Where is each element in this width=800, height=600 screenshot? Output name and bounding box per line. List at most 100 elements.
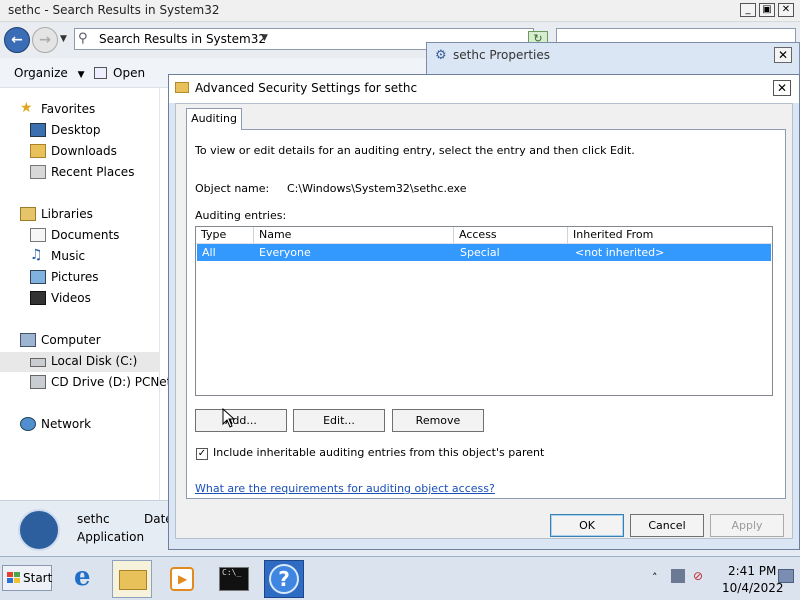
desktop-icon: [30, 123, 46, 137]
recent-pages-dropdown-icon[interactable]: ▼: [60, 34, 67, 44]
search-icon: ⚲: [78, 31, 88, 46]
nav-label: Libraries: [41, 207, 93, 221]
cd-drive-icon: [30, 375, 46, 389]
object-name-label: Object name:: [195, 182, 270, 195]
nav-label: Favorites: [41, 102, 96, 116]
add-button[interactable]: Add...: [195, 409, 287, 432]
nav-label: Downloads: [51, 144, 117, 158]
dialog-titlebar: Advanced Security Settings for sethc ✕: [169, 75, 799, 103]
nav-label: Music: [51, 249, 86, 263]
accessibility-app-icon: [18, 509, 60, 551]
hard-drive-icon: [30, 358, 46, 367]
open-button[interactable]: Open: [94, 66, 145, 80]
clock-date[interactable]: 10/4/2022: [722, 581, 784, 595]
maximize-button[interactable]: ▣: [759, 3, 775, 17]
address-dropdown-icon[interactable]: ▼: [261, 33, 268, 43]
column-header-type[interactable]: Type: [196, 227, 254, 244]
cell-type: All: [202, 246, 216, 259]
address-text: Search Results in System32: [99, 32, 266, 46]
libraries-icon: [20, 207, 36, 221]
network-globe-icon: [20, 417, 36, 431]
column-header-access[interactable]: Access: [454, 227, 568, 244]
folder-icon: [119, 570, 147, 590]
advanced-security-dialog: Advanced Security Settings for sethc ✕ A…: [168, 74, 800, 550]
computer-icon: [20, 333, 36, 347]
auditing-requirements-link[interactable]: What are the requirements for auditing o…: [195, 482, 495, 495]
help-question-icon: ?: [269, 564, 299, 594]
show-desktop-button[interactable]: [778, 569, 794, 583]
nav-label: Computer: [41, 333, 101, 347]
show-hidden-icons-chevron-icon[interactable]: ˄: [652, 571, 658, 584]
open-label: Open: [113, 66, 146, 80]
dialog-close-button[interactable]: ✕: [773, 80, 791, 96]
command-prompt-task-button[interactable]: C:\_: [214, 560, 254, 598]
nav-label: Pictures: [51, 270, 99, 284]
start-button[interactable]: Start: [2, 565, 52, 591]
internet-explorer-button[interactable]: e: [66, 560, 106, 598]
documents-icon: [30, 228, 46, 242]
music-note-icon: ♫: [30, 247, 43, 263]
film-strip-icon: [30, 291, 46, 305]
back-arrow-icon: ←: [11, 32, 23, 48]
forward-button[interactable]: →: [32, 27, 58, 53]
taskbar: Start e ▶ C:\_ ? ˄ ⊘ 2:41 PM 10/4/2022: [0, 556, 800, 600]
start-label: Start: [23, 571, 53, 585]
remove-button[interactable]: Remove: [392, 409, 484, 432]
nav-label: Desktop: [51, 123, 101, 137]
nav-label: Network: [41, 417, 92, 431]
nav-label: Documents: [51, 228, 120, 242]
dialog-title: Advanced Security Settings for sethc: [195, 81, 418, 95]
explorer-window-title: sethc - Search Results in System32: [8, 3, 220, 17]
auditing-entries-label: Auditing entries:: [195, 209, 287, 222]
mouse-pointer-icon: [222, 408, 236, 428]
ok-button[interactable]: OK: [550, 514, 624, 537]
windows-flag-icon: [7, 572, 20, 583]
star-icon: ★: [20, 100, 33, 116]
recent-places-icon: [30, 165, 46, 179]
network-status-icon[interactable]: [671, 569, 685, 583]
cell-inherited-from: <not inherited>: [575, 246, 665, 259]
explorer-titlebar: sethc - Search Results in System32 _ ▣ ✕: [0, 0, 800, 22]
navigation-pane: ★ Favorites Desktop Downloads Recent Pla…: [0, 88, 171, 500]
apply-button[interactable]: Apply: [710, 514, 784, 537]
cell-access: Special: [460, 246, 500, 259]
folder-icon: [175, 82, 189, 93]
instructions-text: To view or edit details for an auditing …: [195, 144, 635, 157]
downloads-folder-icon: [30, 144, 46, 158]
minimize-button[interactable]: _: [740, 3, 756, 17]
column-header-name[interactable]: Name: [254, 227, 454, 244]
internet-explorer-icon: e: [74, 562, 91, 592]
organize-label: Organize: [14, 66, 68, 80]
tab-auditing[interactable]: Auditing: [186, 108, 242, 130]
windows-explorer-task-button[interactable]: [112, 560, 152, 598]
nav-label: Local Disk (C:): [51, 354, 138, 368]
details-file-type: Application: [77, 530, 145, 544]
include-inheritable-label[interactable]: Include inheritable auditing entries fro…: [213, 446, 544, 459]
auditing-tab-panel: To view or edit details for an auditing …: [186, 129, 786, 499]
properties-window-title: sethc Properties: [453, 48, 551, 62]
organize-button[interactable]: Organize ▼: [14, 66, 85, 80]
cancel-button[interactable]: Cancel: [630, 514, 704, 537]
nav-label: CD Drive (D:) PCNet: [51, 375, 172, 389]
nav-item-local-disk[interactable]: Local Disk (C:): [0, 352, 160, 372]
media-player-button[interactable]: ▶: [162, 560, 202, 598]
nav-label: Videos: [51, 291, 91, 305]
chevron-down-icon: ▼: [77, 70, 85, 80]
object-name-value: C:\Windows\System32\sethc.exe: [287, 182, 467, 195]
column-header-inherited-from[interactable]: Inherited From: [568, 227, 772, 244]
clock-time[interactable]: 2:41 PM: [728, 564, 776, 578]
cell-name: Everyone: [259, 246, 311, 259]
edit-button[interactable]: Edit...: [293, 409, 385, 432]
back-button[interactable]: ←: [4, 27, 30, 53]
command-prompt-text: C:\_: [222, 568, 242, 577]
volume-muted-icon[interactable]: ⊘: [693, 569, 707, 583]
table-row[interactable]: All Everyone Special <not inherited>: [197, 244, 771, 261]
close-button[interactable]: ✕: [778, 3, 794, 17]
pictures-icon: [30, 270, 46, 284]
properties-close-button[interactable]: ✕: [774, 47, 792, 63]
auditing-entries-list[interactable]: Type Name Access Inherited From All Ever…: [195, 226, 773, 396]
media-player-icon: ▶: [170, 567, 194, 591]
dialog-body: Auditing To view or edit details for an …: [175, 103, 793, 539]
include-inheritable-checkbox[interactable]: ✓: [196, 448, 208, 460]
help-task-button[interactable]: ?: [264, 560, 304, 598]
